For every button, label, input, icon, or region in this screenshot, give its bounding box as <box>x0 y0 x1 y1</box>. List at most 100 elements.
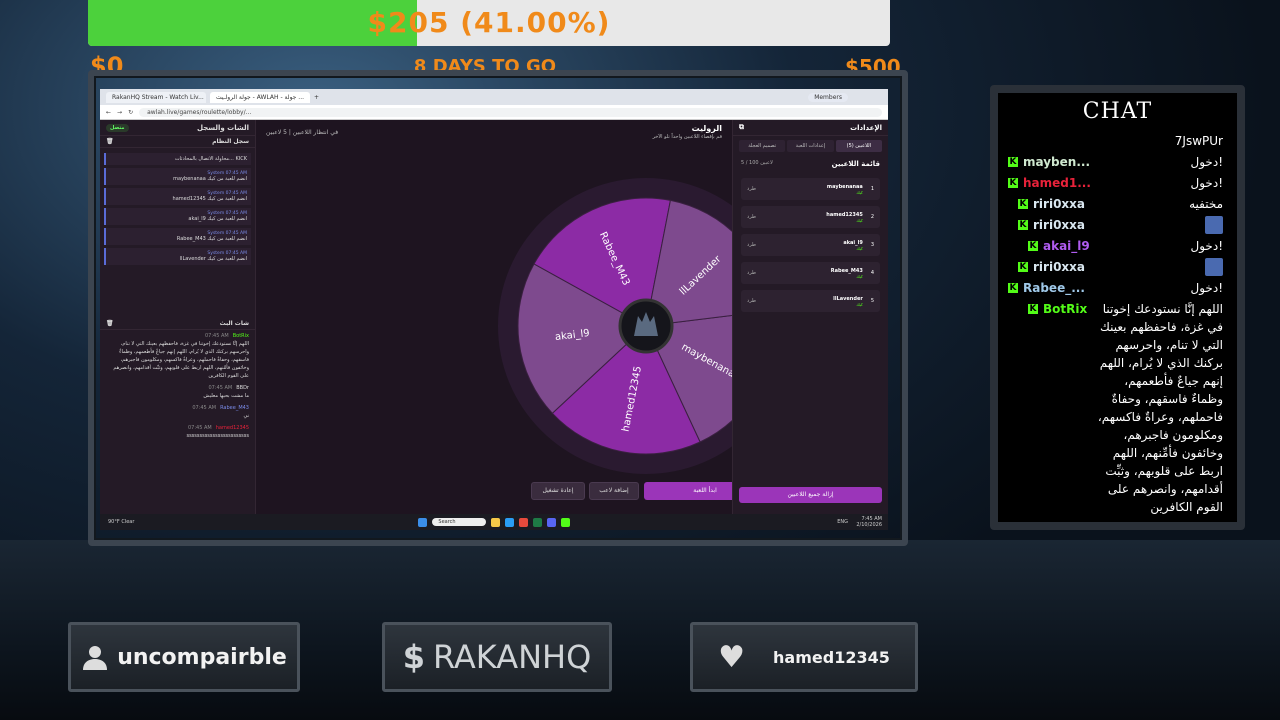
kick-player-button[interactable]: طرد <box>747 242 756 248</box>
chat-title: شات البث <box>219 320 249 327</box>
chat-overlay-text: 7JswPUr <box>1174 134 1223 148</box>
trash-icon[interactable]: 🗑 <box>106 320 114 327</box>
game-title: الروليت <box>691 124 722 133</box>
chat-header: 🗑 شات البث <box>100 318 255 330</box>
kick-player-button[interactable]: طرد <box>747 214 756 220</box>
player-source: كيك <box>856 189 863 195</box>
player-info: maybenanaa كيك <box>827 184 863 195</box>
clock-date: 2/10/2026 <box>856 522 882 528</box>
chat-overlay-message: Kmayben... دخول! <box>1008 153 1223 171</box>
chat-messages: 7JswPUr Kmayben... دخول! Khamed1... دخول! Kri… <box>998 129 1237 522</box>
log-text: محاولة الاتصال بالمحادثات... KICK <box>174 156 247 162</box>
player-row[interactable]: طرد hamed12345 كيك 2 <box>741 206 880 228</box>
log-title: سجل النظام <box>212 138 249 145</box>
log-item: System 07:45 AM akai_l9 انضم للعبة من كيك <box>104 208 251 225</box>
clock[interactable]: 7:45 AM 2/10/2026 <box>856 516 882 528</box>
tab-2[interactable]: تصميم العجلة <box>739 140 786 152</box>
tab-0[interactable]: اللاعبين (5) <box>835 140 882 152</box>
player-number: 1 <box>870 186 874 192</box>
edge-icon[interactable] <box>504 517 514 527</box>
add-player-button[interactable]: إضافة لاعب <box>589 482 639 500</box>
kick-player-button[interactable]: طرد <box>747 186 756 192</box>
latest-donation-card: $ RAKANHQ <box>382 622 612 692</box>
panel-header: متصل الشات والسجل <box>100 120 255 136</box>
language-indicator[interactable]: ENG <box>837 519 848 525</box>
trash-icon[interactable]: 🗑 <box>106 138 114 145</box>
system-log: محاولة الاتصال بالمحادثات... KICK System … <box>100 148 255 318</box>
chat-overlay-text: دخول! <box>1190 239 1224 253</box>
player-name: hamed12345 <box>826 211 863 218</box>
url-input[interactable]: awlah.live/games/roulette/lobby/... <box>139 107 882 117</box>
chat-overlay-message: Kakai_l9 دخول! <box>1028 237 1223 255</box>
forward-icon[interactable]: → <box>117 109 122 116</box>
chat-text: اللهم إنَّا نستودعك إخوتنا في غزة، فاحفظ… <box>113 341 249 379</box>
emote-icon <box>1205 216 1223 234</box>
address-bar: ← → ↻ awlah.live/games/roulette/lobby/..… <box>100 105 888 120</box>
reload-icon[interactable]: ↻ <box>128 109 133 116</box>
chat-message: 07:45 AM BotRix اللهم إنَّا نستودعك إخوتنا… <box>100 330 255 382</box>
log-text: Rabee_M43 انضم للعبة من كيك <box>176 236 247 242</box>
chat-overlay-username: BotRix <box>1043 302 1088 316</box>
chat-overlay-text: دخول! <box>1190 176 1224 190</box>
weather-widget[interactable]: 90°F Clear <box>108 519 134 525</box>
new-tab-icon[interactable]: + <box>314 94 319 101</box>
connection-status: متصل <box>106 123 129 132</box>
kick-badge-icon: K <box>1018 199 1028 209</box>
collapse-icon[interactable]: ⧉ <box>739 123 744 132</box>
browser-tab[interactable]: RakanHQ Stream - Watch Liv... <box>106 91 206 103</box>
discord-icon[interactable] <box>546 517 556 527</box>
back-icon[interactable]: ← <box>106 109 111 116</box>
reset-button[interactable]: إعادة تشغيل <box>531 482 585 500</box>
chat-overlay-username: riri0xxa <box>1033 218 1085 232</box>
chat-time: 07:45 AM <box>208 385 233 391</box>
chat-overlay-text: اللهم إنَّا نستودعك إخوتنا في غزة، فاحفظ… <box>1097 302 1223 514</box>
kick-player-button[interactable]: طرد <box>747 270 756 276</box>
tab-1[interactable]: إعدادات اللعبة <box>787 140 834 152</box>
player-source: كيك <box>856 301 863 307</box>
chat-text: ssssssssssssssssssssssss <box>186 433 249 439</box>
file-explorer-icon[interactable] <box>490 517 500 527</box>
log-item: System 07:45 AM Rabee_M43 انضم للعبة من ك… <box>104 228 251 245</box>
dollar-icon: $ <box>402 638 425 676</box>
windows-taskbar: 90°F Clear Search ENG 7:45 AM 2/10/2026 <box>100 514 888 530</box>
subscriber-name: hamed12345 <box>773 647 890 667</box>
chat-overlay-message: Kriri0xxa <box>1018 216 1223 234</box>
chat-overlay: CHAT 7JswPUr Kmayben... دخول! Khamed1... دخو… <box>990 85 1245 530</box>
wheel-area: في انتظار اللاعبين | 5 لاعبين الروليت قم … <box>256 120 794 514</box>
roulette-app: متصل الشات والسجل 🗑 سجل النظام محاولة الا… <box>100 120 888 514</box>
latest-follower-card: uncompairble <box>68 622 300 692</box>
log-item: System 07:45 AM maybenanaa انضم للعبة من … <box>104 168 251 185</box>
start-icon[interactable] <box>418 517 428 527</box>
chat-time: 07:45 AM <box>188 425 212 431</box>
log-item: System 07:45 AM hamed12345 انضم للعبة من … <box>104 188 251 205</box>
browser-tab-active[interactable]: جولة الرولـيت - AWLAH - جولة ... <box>210 91 310 103</box>
log-text: akai_l9 انضم للعبة من كيك <box>188 216 247 222</box>
chat-message: 07:45 AM BBDr ما مشت بحيها معليش <box>100 382 255 402</box>
player-row[interactable]: طرد akai_l9 كيك 3 <box>741 234 880 256</box>
player-row[interactable]: طرد Rabee_M43 كيك 4 <box>741 262 880 284</box>
donor-name: RAKANHQ <box>432 638 592 676</box>
kick-icon[interactable] <box>560 517 570 527</box>
chat-text: ني <box>243 413 249 419</box>
chat-meta: 07:45 AM Rabee_M43 <box>106 404 249 412</box>
player-row[interactable]: طرد llLavender كيك 5 <box>741 290 880 312</box>
chat-username: hamed12345 <box>215 425 249 431</box>
remove-all-players-button[interactable]: إزالة جميع اللاعبين <box>739 487 882 503</box>
kick-player-button[interactable]: طرد <box>747 298 756 304</box>
player-row[interactable]: طرد maybenanaa كيك 1 <box>741 178 880 200</box>
chat-overlay-text: دخول! <box>1190 281 1224 295</box>
player-list-title: قائمة اللاعبين <box>831 160 880 168</box>
log-header: 🗑 سجل النظام <box>100 136 255 148</box>
chat-username: BotRix <box>232 333 249 339</box>
latest-subscriber-card: ♥ hamed12345 <box>690 622 918 692</box>
player-source: كيك <box>856 217 863 223</box>
kick-badge-icon: K <box>1018 262 1028 272</box>
taskbar-search[interactable]: Search <box>432 518 486 526</box>
player-number: 3 <box>870 242 874 248</box>
browser-tabs: RakanHQ Stream - Watch Liv... جولة الرول… <box>100 89 888 105</box>
chat-overlay-username: Rabee_... <box>1023 281 1085 295</box>
chrome-icon[interactable] <box>518 517 528 527</box>
profile-chip[interactable]: Members <box>808 92 848 102</box>
excel-icon[interactable] <box>532 517 542 527</box>
chat-username: BBDr <box>236 385 249 391</box>
